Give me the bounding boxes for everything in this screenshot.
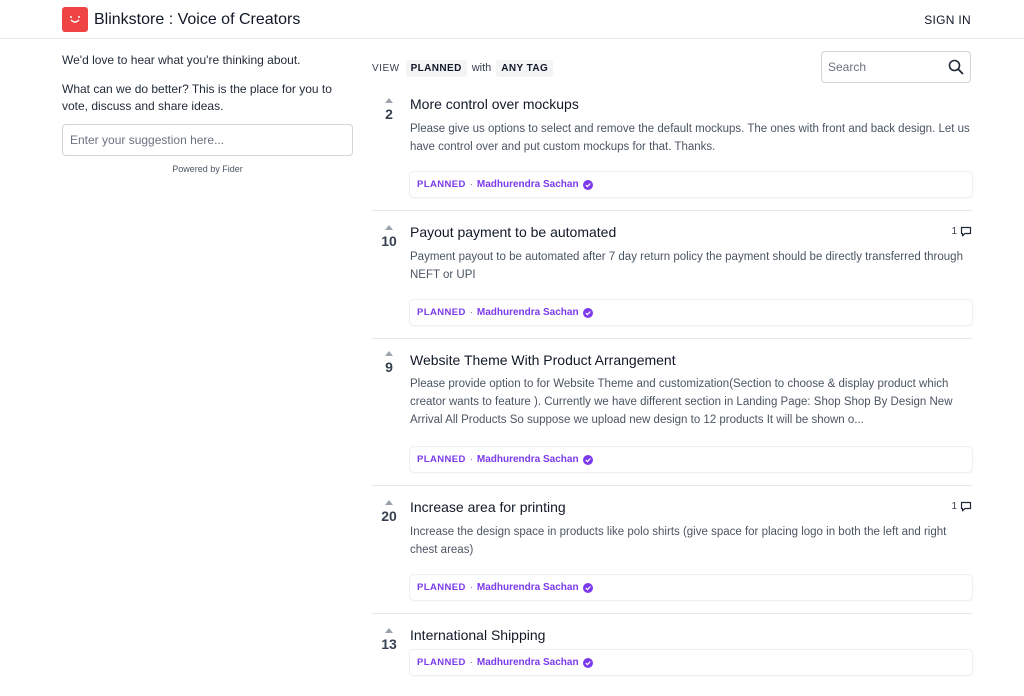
post-item: 13 International Shipping PLANNED · Madh… bbox=[372, 614, 972, 694]
vote-button[interactable]: 13 bbox=[372, 628, 406, 652]
welcome-message: We'd love to hear what you're thinking a… bbox=[62, 53, 301, 67]
comment-count-value: 1 bbox=[951, 501, 957, 512]
post-meta: PLANNED · Madhurendra Sachan bbox=[410, 575, 972, 600]
vote-count: 9 bbox=[385, 359, 393, 375]
verified-badge-icon bbox=[582, 582, 593, 593]
comment-count-value: 1 bbox=[951, 226, 957, 237]
welcome-prompt: What can we do better? This is the place… bbox=[62, 82, 332, 113]
status-badge: PLANNED bbox=[417, 657, 466, 668]
verified-badge-icon bbox=[582, 307, 593, 318]
author-name[interactable]: Madhurendra Sachan bbox=[477, 582, 579, 593]
separator-dot: · bbox=[469, 582, 473, 593]
post-title[interactable]: Website Theme With Product Arrangement bbox=[410, 352, 676, 369]
post-meta: PLANNED · Madhurendra Sachan bbox=[410, 650, 972, 675]
search-box bbox=[821, 51, 971, 83]
vote-button[interactable]: 20 bbox=[372, 500, 406, 524]
sidebar: We'd love to hear what you're thinking a… bbox=[62, 52, 353, 174]
comment-count[interactable]: 1 bbox=[951, 226, 972, 237]
separator-dot: · bbox=[469, 307, 473, 318]
top-header: Blinkstore : Voice of Creators SIGN IN bbox=[0, 0, 1024, 39]
tag-dropdown[interactable]: ANY TAG bbox=[496, 59, 554, 77]
status-badge: PLANNED bbox=[417, 454, 466, 465]
upvote-arrow-icon bbox=[385, 628, 393, 633]
post-item: 10 Payout payment to be automated 1 Paym… bbox=[372, 211, 972, 339]
view-label: VIEW bbox=[372, 62, 400, 74]
comment-icon bbox=[960, 501, 972, 512]
vote-count: 20 bbox=[381, 508, 397, 524]
comment-count[interactable]: 1 bbox=[951, 501, 972, 512]
post-description: Payment payout to be automated after 7 d… bbox=[410, 251, 963, 281]
verified-badge-icon bbox=[582, 454, 593, 465]
post-item: 9 Website Theme With Product Arrangement… bbox=[372, 339, 972, 486]
post-title[interactable]: Increase area for printing bbox=[410, 499, 566, 516]
post-meta: PLANNED · Madhurendra Sachan bbox=[410, 300, 972, 325]
post-description: Increase the design space in products li… bbox=[410, 526, 947, 556]
vote-count: 13 bbox=[381, 636, 397, 652]
suggestion-input[interactable] bbox=[62, 124, 353, 156]
view-filter: VIEW PLANNED with ANY TAG bbox=[372, 58, 554, 78]
post-meta: PLANNED · Madhurendra Sachan bbox=[410, 447, 972, 472]
separator-dot: · bbox=[469, 657, 473, 668]
separator-dot: · bbox=[469, 454, 473, 465]
vote-count: 10 bbox=[381, 233, 397, 249]
post-description: Please give us options to select and rem… bbox=[410, 123, 970, 153]
sign-in-link[interactable]: SIGN IN bbox=[924, 13, 971, 27]
post-title[interactable]: International Shipping bbox=[410, 627, 545, 644]
upvote-arrow-icon bbox=[385, 225, 393, 230]
view-dropdown[interactable]: PLANNED bbox=[405, 59, 467, 77]
status-badge: PLANNED bbox=[417, 582, 466, 593]
author-name[interactable]: Madhurendra Sachan bbox=[477, 307, 579, 318]
status-badge: PLANNED bbox=[417, 307, 466, 318]
upvote-arrow-icon bbox=[385, 98, 393, 103]
smiley-logo-icon bbox=[70, 16, 80, 23]
site-logo[interactable] bbox=[62, 7, 88, 32]
vote-button[interactable]: 10 bbox=[372, 225, 406, 249]
search-input[interactable] bbox=[828, 60, 946, 74]
post-title[interactable]: Payout payment to be automated bbox=[410, 224, 616, 241]
separator-dot: · bbox=[469, 179, 473, 190]
search-icon[interactable] bbox=[948, 59, 964, 75]
with-label: with bbox=[471, 62, 492, 74]
vote-button[interactable]: 2 bbox=[372, 98, 406, 122]
comment-icon bbox=[960, 226, 972, 237]
verified-badge-icon bbox=[582, 657, 593, 668]
post-item: 20 Increase area for printing 1 Increase… bbox=[372, 486, 972, 614]
verified-badge-icon bbox=[582, 179, 593, 190]
upvote-arrow-icon bbox=[385, 500, 393, 505]
vote-button[interactable]: 9 bbox=[372, 351, 406, 375]
site-title[interactable]: Blinkstore : Voice of Creators bbox=[94, 10, 300, 29]
post-meta: PLANNED · Madhurendra Sachan bbox=[410, 172, 972, 197]
post-list: 2 More control over mockups Please give … bbox=[372, 92, 972, 694]
post-description: Please provide option to for Website The… bbox=[410, 378, 953, 426]
post-title[interactable]: More control over mockups bbox=[410, 96, 579, 113]
status-badge: PLANNED bbox=[417, 179, 466, 190]
post-item: 2 More control over mockups Please give … bbox=[372, 92, 972, 211]
author-name[interactable]: Madhurendra Sachan bbox=[477, 179, 579, 190]
author-name[interactable]: Madhurendra Sachan bbox=[477, 454, 579, 465]
powered-by-link[interactable]: Powered by Fider bbox=[62, 164, 353, 174]
author-name[interactable]: Madhurendra Sachan bbox=[477, 657, 579, 668]
vote-count: 2 bbox=[385, 106, 393, 122]
upvote-arrow-icon bbox=[385, 351, 393, 356]
